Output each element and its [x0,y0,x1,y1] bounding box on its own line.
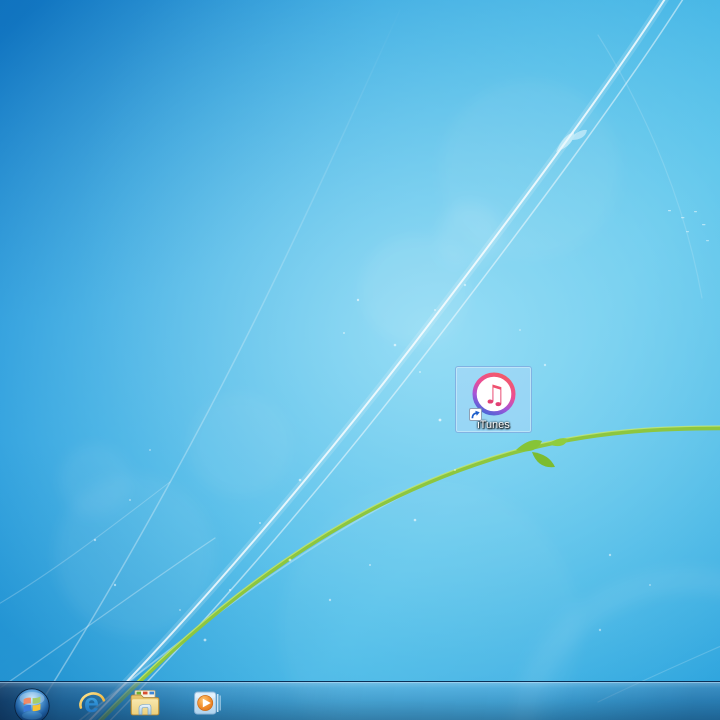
itunes-icon: ♫ [468,370,518,421]
bokeh-circles [55,80,720,720]
windows-media-player-icon [193,691,221,715]
taskbar-item-windows-explorer[interactable] [119,682,171,720]
taskbar: e [0,681,720,720]
taskbar-item-windows-media-player[interactable] [181,682,233,720]
wallpaper-art [0,0,720,720]
start-button[interactable] [8,682,56,720]
desktop-icon-itunes[interactable]: ♫ iTunes [455,366,532,433]
windows-start-orb-icon [14,688,50,720]
desktop: ♫ iTunes e [0,0,720,720]
windows-explorer-folder-icon [130,690,160,716]
internet-explorer-icon: e [79,688,106,718]
shortcut-arrow-icon [468,408,482,421]
taskbar-item-internet-explorer[interactable]: e [66,682,118,720]
wallpaper [0,0,720,720]
desktop-icon-label: iTunes [477,419,510,431]
vine-leaves [516,438,568,468]
svg-text:♫: ♫ [482,381,505,411]
